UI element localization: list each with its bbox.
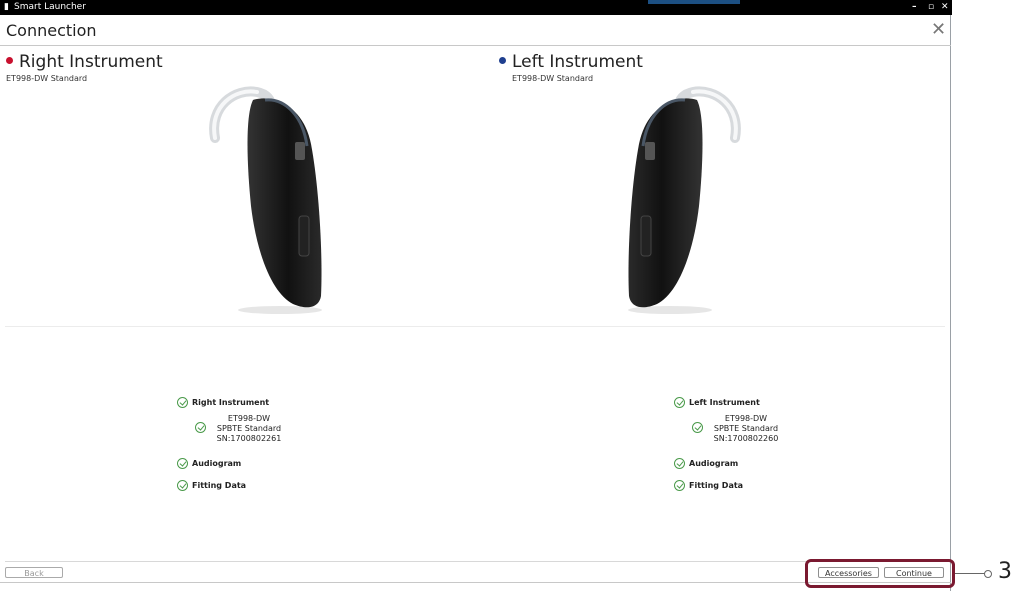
- right-fitting-label: Fitting Data: [192, 481, 247, 490]
- left-detail-serial: SN:1700802260: [713, 434, 779, 443]
- right-dot-icon: [6, 56, 13, 64]
- right-audiogram-label: Audiogram: [192, 459, 242, 468]
- left-audiogram-status: Audiogram: [674, 458, 738, 469]
- right-instrument-details: ET998-DW SPBTE Standard SN:1700802261: [209, 414, 289, 444]
- content-separator: [5, 326, 945, 327]
- check-icon: [674, 458, 685, 469]
- left-instrument-status: Left Instrument: [674, 397, 760, 408]
- left-fitting-status: Fitting Data: [674, 480, 743, 491]
- check-icon: [177, 397, 188, 408]
- callout-leader-line: [955, 573, 985, 574]
- left-instrument-details: ET998-DW SPBTE Standard SN:1700802260: [706, 414, 786, 444]
- left-detail-model: ET998-DW: [724, 414, 768, 423]
- window-close-button[interactable]: ✕: [941, 0, 949, 15]
- page-title: Connection: [6, 21, 97, 40]
- back-button[interactable]: Back: [5, 567, 63, 578]
- window-titlebar: ▮ Smart Launcher – ▫ ✕: [0, 0, 952, 15]
- right-status-label: Right Instrument: [192, 398, 270, 407]
- right-detail-type: SPBTE Standard: [216, 424, 282, 433]
- left-status-panel: Left Instrument ET998-DW SPBTE Standard …: [674, 397, 834, 497]
- check-icon: [177, 458, 188, 469]
- check-icon: [674, 480, 685, 491]
- right-status-panel: Right Instrument ET998-DW SPBTE Standard…: [177, 397, 337, 497]
- signal-icon: ▮: [4, 2, 9, 12]
- right-audiogram-status: Audiogram: [177, 458, 241, 469]
- right-instrument-status: Right Instrument: [177, 397, 269, 408]
- right-detail-serial: SN:1700802261: [216, 434, 282, 443]
- dialog-header: Connection ✕: [0, 15, 951, 46]
- callout-highlight-box: [805, 559, 955, 588]
- check-icon: [692, 422, 703, 433]
- left-instrument-heading: Left Instrument: [499, 52, 643, 72]
- left-fitting-label: Fitting Data: [689, 481, 744, 490]
- dialog-close-button[interactable]: ✕: [931, 19, 946, 40]
- right-instrument-title: Right Instrument: [19, 52, 163, 72]
- left-instrument-title: Left Instrument: [512, 52, 643, 72]
- app-title: Smart Launcher: [14, 2, 86, 12]
- right-fitting-status: Fitting Data: [177, 480, 246, 491]
- maximize-button[interactable]: ▫: [928, 0, 934, 15]
- left-status-label: Left Instrument: [689, 398, 760, 407]
- title-accent-strip: [648, 0, 740, 4]
- minimize-button[interactable]: –: [912, 0, 917, 15]
- right-instrument-heading: Right Instrument: [6, 52, 163, 72]
- left-instrument-model: ET998-DW Standard: [512, 74, 594, 83]
- right-detail-model: ET998-DW: [227, 414, 271, 423]
- main-frame: [0, 15, 951, 591]
- left-hearing-aid-image: [615, 86, 755, 316]
- check-icon: [195, 422, 206, 433]
- right-instrument-model: ET998-DW Standard: [6, 74, 88, 83]
- footer-separator: [5, 561, 945, 562]
- left-dot-icon: [499, 56, 506, 64]
- callout-number: 3: [998, 559, 1012, 584]
- left-audiogram-label: Audiogram: [689, 459, 739, 468]
- right-hearing-aid-image: [195, 86, 335, 316]
- check-icon: [177, 480, 188, 491]
- check-icon: [674, 397, 685, 408]
- callout-leader-dot: [984, 570, 992, 578]
- left-detail-type: SPBTE Standard: [713, 424, 779, 433]
